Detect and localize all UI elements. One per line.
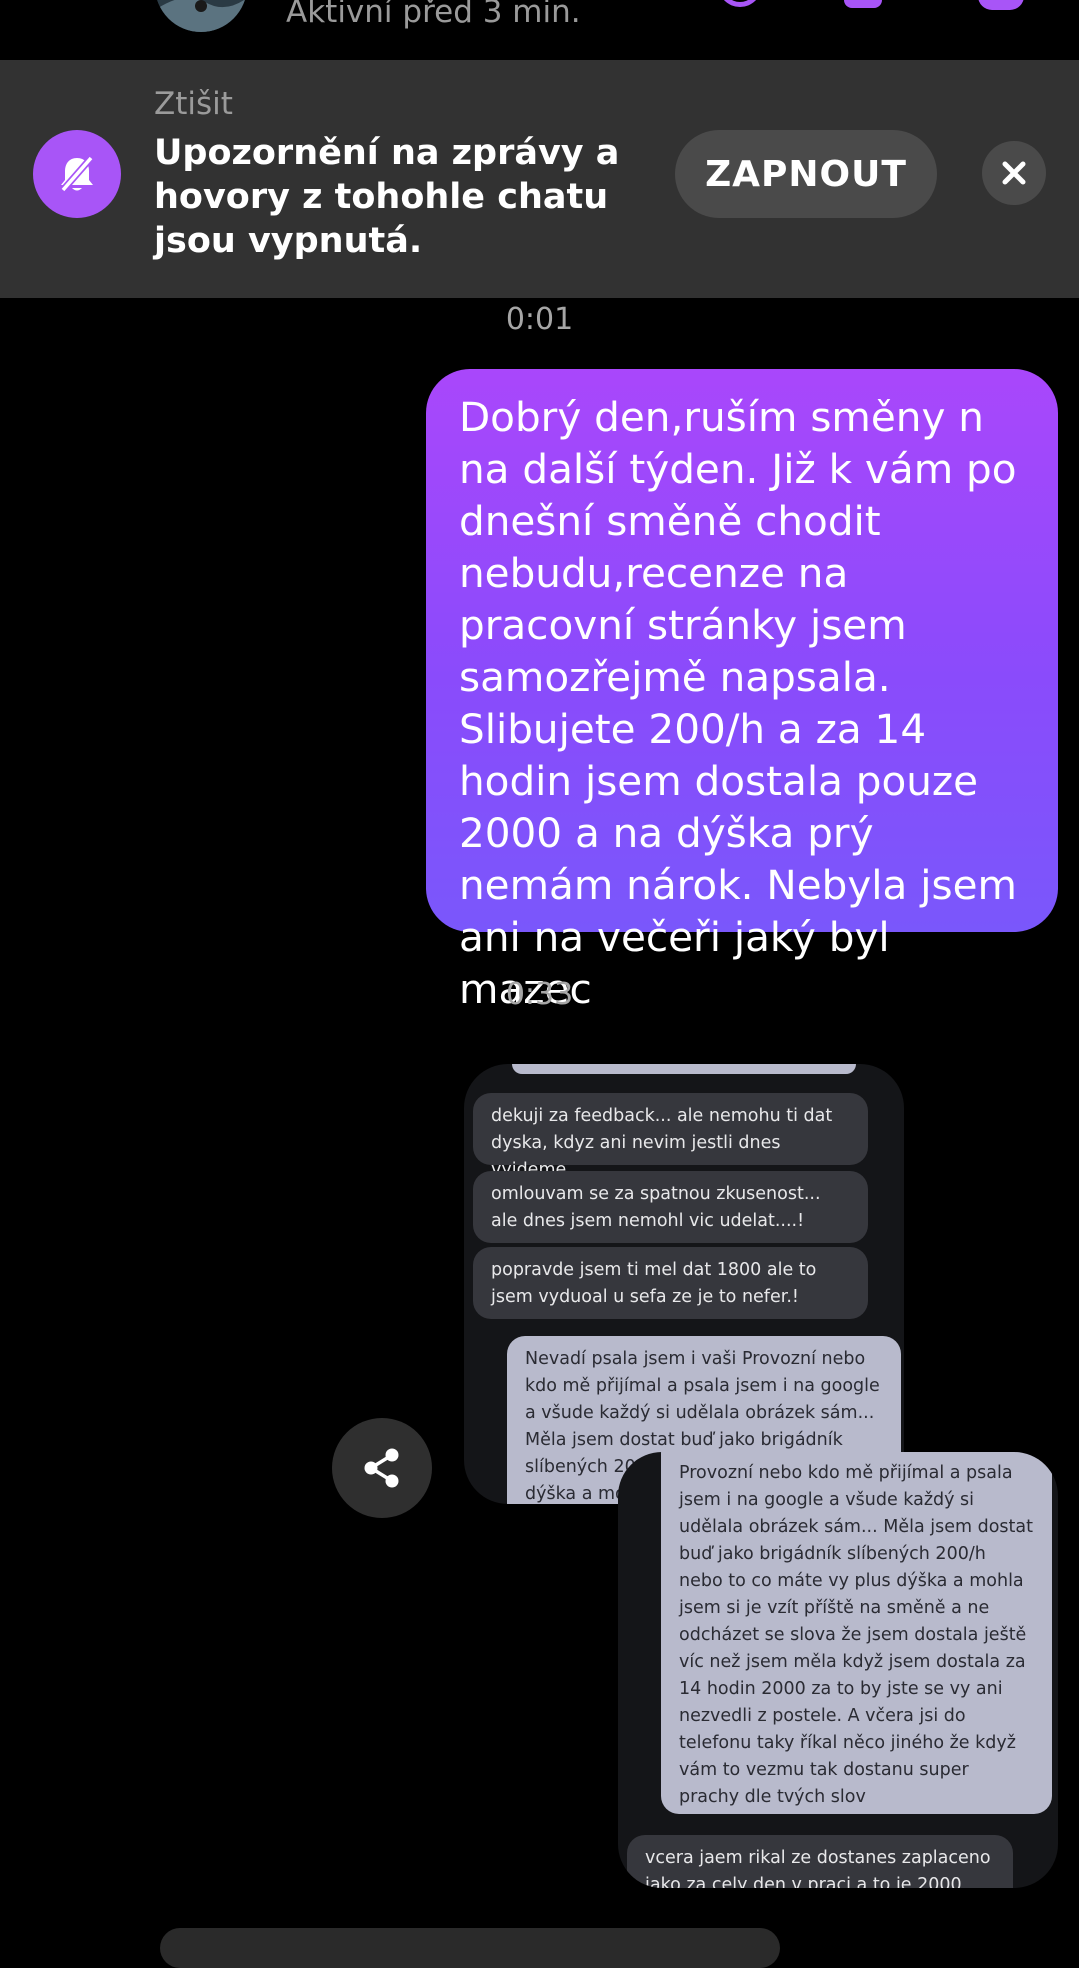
message-text: Dobrý den,ruším směny n na další týden. … bbox=[459, 393, 1017, 1013]
incoming-bubble: popravde jsem ti mel dat 1800 ale to jse… bbox=[473, 1247, 868, 1319]
back-arrow-icon[interactable] bbox=[50, 0, 90, 10]
incoming-bubble: dekuji za feedback... ale nemohu ti dat … bbox=[473, 1093, 868, 1180]
avatar[interactable] bbox=[155, 0, 247, 32]
incoming-bubble: vcera jaem rikal ze dostanes zaplaceno j… bbox=[627, 1835, 1013, 1888]
timestamp: 0:01 bbox=[505, 302, 574, 337]
outgoing-bubble: Provozní nebo kdo mě přijímal a psala js… bbox=[661, 1452, 1052, 1814]
active-status: Aktivní před 3 min. bbox=[286, 0, 581, 30]
screenshot-attachment[interactable]: dekuji za feedback... ale nemohu ti dat … bbox=[464, 1064, 904, 1504]
timestamp: 0:33 bbox=[505, 977, 574, 1012]
close-icon[interactable] bbox=[982, 141, 1046, 205]
info-icon[interactable] bbox=[978, 0, 1024, 10]
enable-notifications-button[interactable]: ZAPNOUT bbox=[675, 130, 937, 218]
shot-top-bar bbox=[512, 1064, 856, 1074]
share-icon[interactable] bbox=[332, 1418, 432, 1518]
mute-title: Ztišit bbox=[154, 86, 233, 122]
bell-off-icon bbox=[33, 130, 121, 218]
bottom-partial-element bbox=[160, 1928, 780, 1968]
screenshot-attachment[interactable]: Provozní nebo kdo mě přijímal a psala js… bbox=[618, 1452, 1058, 1888]
mute-description: Upozornění na zprávy a hovory z tohohle … bbox=[154, 133, 620, 261]
incoming-bubble: omlouvam se za spatnou zkusenost... ale … bbox=[473, 1171, 868, 1243]
video-icon[interactable] bbox=[844, 0, 882, 8]
phone-icon[interactable] bbox=[718, 0, 762, 7]
outgoing-message[interactable]: Dobrý den,ruším směny n na další týden. … bbox=[426, 369, 1058, 1013]
